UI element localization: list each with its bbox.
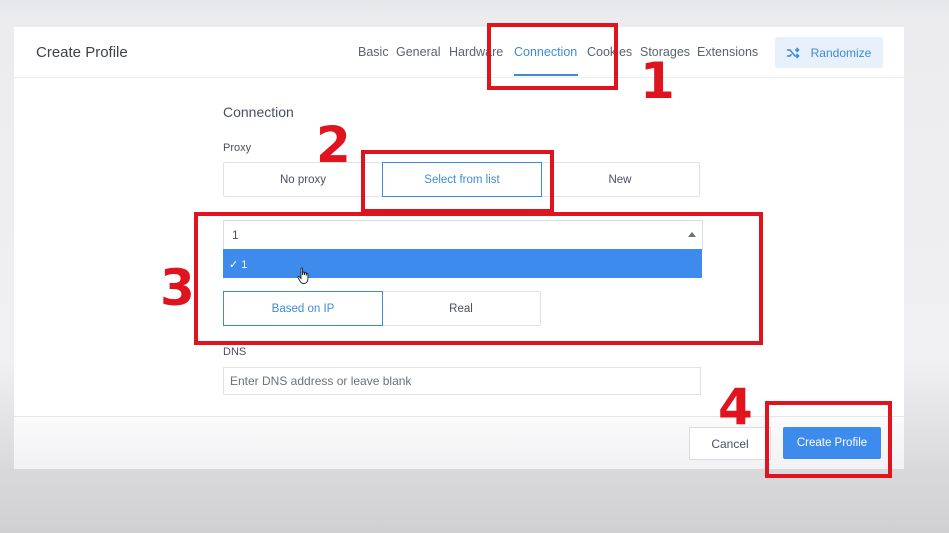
annotation-box-1 [487,23,618,90]
proxy-type-selector: No proxy Select from list New [223,162,700,197]
proxy-label: Proxy [223,142,252,154]
section-title: Connection [223,104,294,120]
tab-general[interactable]: General [396,45,440,59]
annotation-number-3: 3 [160,259,195,317]
location-option-based-on-ip[interactable]: Based on IP [223,291,383,326]
shuffle-icon [786,46,800,59]
randomize-label: Randomize [810,45,872,60]
dns-input[interactable] [223,367,701,395]
tab-basic[interactable]: Basic [358,45,389,59]
randomize-button[interactable]: Randomize [775,37,883,68]
proxy-option-none[interactable]: No proxy [224,163,383,196]
dns-label: DNS [223,346,247,358]
proxy-option-select-from-list[interactable]: Select from list [382,162,542,197]
annotation-number-2: 2 [316,116,351,174]
dialog-title: Create Profile [36,44,128,61]
tab-extensions[interactable]: Extensions [697,45,758,59]
proxy-option-new[interactable]: New [541,163,699,196]
annotation-box-4 [765,401,892,478]
annotation-number-4: 4 [718,378,753,436]
annotation-number-1: 1 [640,52,675,110]
dialog-header: Create Profile Basic General Hardware Co… [14,27,904,78]
